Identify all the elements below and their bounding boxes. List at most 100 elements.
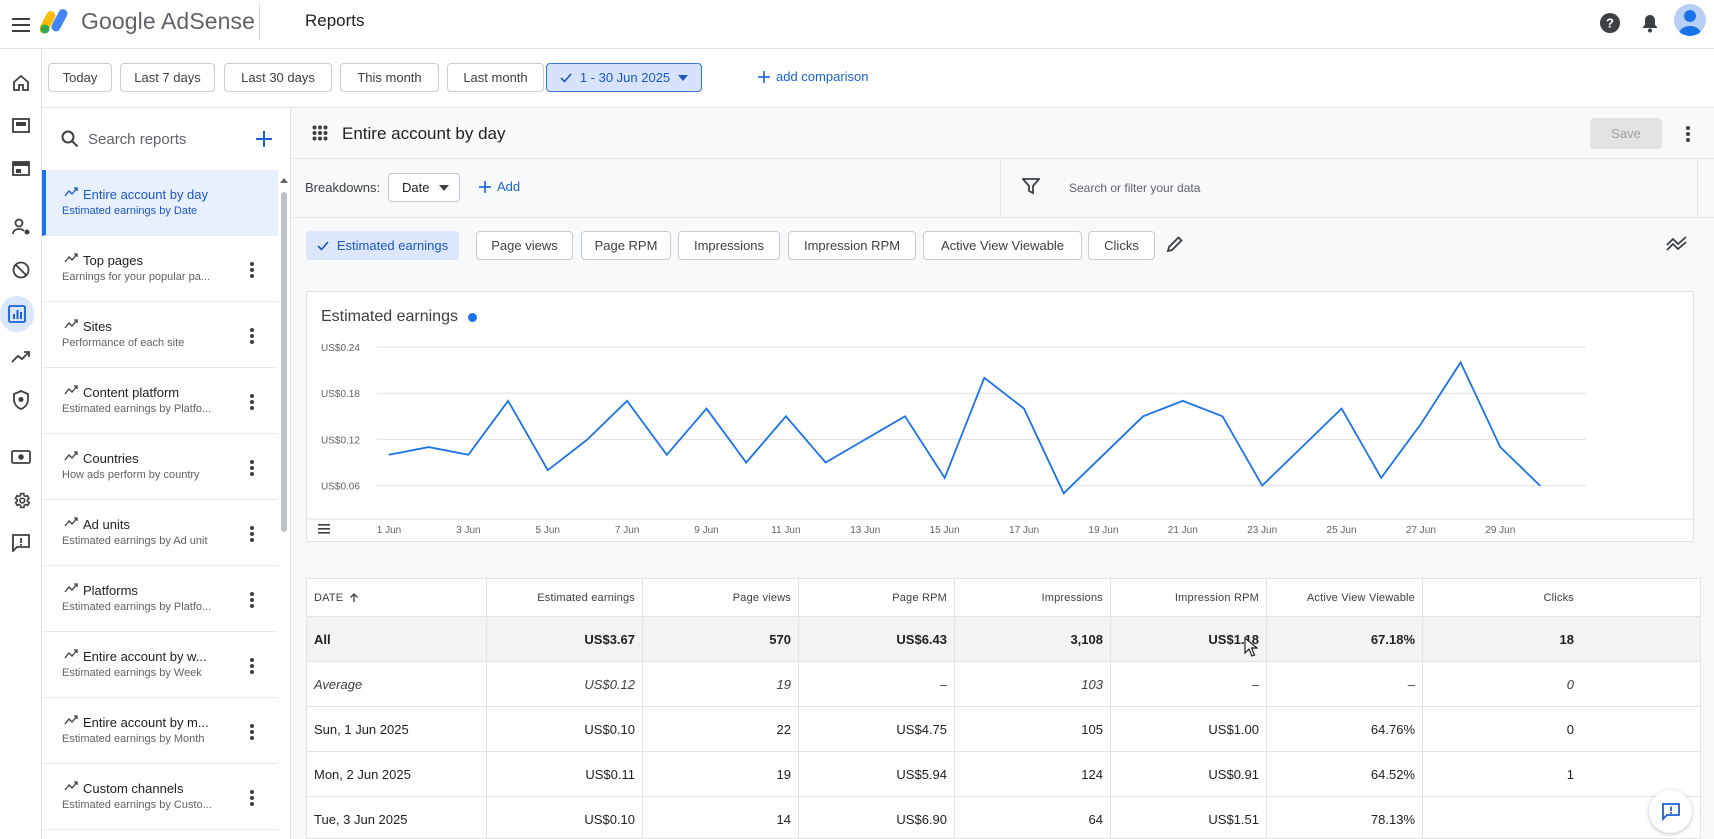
data-point[interactable] (626, 400, 628, 402)
more-options-icon[interactable] (242, 258, 262, 282)
data-point[interactable] (1142, 415, 1144, 417)
column-header[interactable]: Page RPM (799, 579, 955, 616)
report-item-entire-account-by-day[interactable]: Entire account by day Estimated earnings… (42, 170, 278, 236)
metric-chip-active-view-viewable[interactable]: Active View Viewable (923, 231, 1082, 260)
report-item-ad-units[interactable]: Ad units Estimated earnings by Ad unit (42, 500, 278, 566)
filter-input[interactable]: Search or filter your data (1069, 181, 1200, 195)
chart-toggle-icon[interactable] (1666, 235, 1688, 251)
settings-icon[interactable] (0, 482, 42, 518)
metric-chip-impression-rpm[interactable]: Impression RPM (788, 231, 916, 260)
data-point[interactable] (1182, 400, 1184, 402)
data-point[interactable] (944, 477, 946, 479)
date-chip-this-month[interactable]: This month (340, 63, 439, 92)
report-search[interactable]: Search reports (42, 108, 290, 170)
search-input[interactable]: Search reports (88, 131, 238, 148)
feedback-icon[interactable] (0, 525, 42, 561)
metric-chip-clicks[interactable]: Clicks (1088, 231, 1155, 260)
date-chip-last-7-days[interactable]: Last 7 days (120, 63, 215, 92)
table-row[interactable]: Sun, 1 Jun 2025 US$0.10 22 US$4.75 105 US$1.0… (307, 707, 1700, 752)
more-options-icon[interactable] (242, 522, 262, 546)
more-options-icon[interactable] (1678, 121, 1698, 147)
metric-chip-page-views[interactable]: Page views (476, 231, 573, 260)
policy-center-icon[interactable] (0, 382, 42, 418)
notifications-icon[interactable] (1633, 6, 1667, 40)
sort-ascending-icon[interactable] (349, 592, 359, 603)
column-header[interactable]: DATE (307, 579, 487, 616)
data-point[interactable] (864, 438, 866, 440)
data-point[interactable] (388, 454, 390, 456)
column-header[interactable]: Clicks (1423, 579, 1581, 616)
report-settings-icon[interactable] (1710, 63, 1714, 93)
report-item-content-platform[interactable]: Content platform Estimated earnings by P… (42, 368, 278, 434)
data-point[interactable] (1063, 492, 1065, 494)
metric-chip-estimated-earnings[interactable]: Estimated earnings (306, 231, 459, 260)
filter-icon[interactable] (1022, 177, 1040, 195)
report-item-sites[interactable]: Sites Performance of each site (42, 302, 278, 368)
table-row[interactable]: Tue, 3 Jun 2025 US$0.10 14 US$6.90 64 US$1.51… (307, 797, 1700, 838)
add-breakdown-button[interactable]: Add (479, 179, 520, 194)
add-comparison-button[interactable]: add comparison (758, 69, 869, 84)
sites-icon[interactable] (0, 151, 42, 187)
data-point[interactable] (1460, 361, 1462, 363)
column-header[interactable]: Active View Viewable (1267, 579, 1423, 616)
more-options-icon[interactable] (242, 456, 262, 480)
metric-chip-page-rpm[interactable]: Page RPM (581, 231, 671, 260)
report-item-custom-channels[interactable]: Custom channels Estimated earnings by Cu… (42, 764, 278, 830)
data-point[interactable] (1499, 446, 1501, 448)
series-line-estimated-earnings[interactable] (388, 360, 1541, 495)
date-range-selector[interactable]: 1 - 30 Jun 2025 (546, 63, 702, 92)
scrollbar-thumb[interactable] (281, 192, 287, 532)
data-point[interactable] (507, 400, 509, 402)
help-icon[interactable]: ? (1593, 6, 1627, 40)
new-report-button[interactable] (252, 127, 276, 151)
table-row-total[interactable]: All US$3.67 570 US$6.43 3,108 US$1.18 67.18% 18 (307, 617, 1700, 662)
data-point[interactable] (785, 415, 787, 417)
optimization-icon[interactable] (0, 339, 42, 375)
report-list-scrollbar[interactable] (280, 172, 288, 839)
data-point[interactable] (547, 469, 549, 471)
data-point[interactable] (467, 454, 469, 456)
more-options-icon[interactable] (242, 324, 262, 348)
home-icon[interactable] (0, 65, 42, 101)
data-point[interactable] (825, 462, 827, 463)
data-point[interactable] (1301, 446, 1303, 448)
more-options-icon[interactable] (242, 786, 262, 810)
avatar[interactable] (1674, 4, 1706, 36)
data-point[interactable] (904, 415, 906, 417)
data-point[interactable] (1341, 408, 1343, 410)
blocking-controls-icon[interactable] (0, 252, 42, 288)
report-item-entire-account-by-month[interactable]: Entire account by m... Estimated earning… (42, 698, 278, 764)
metric-chip-impressions[interactable]: Impressions (678, 231, 780, 260)
date-chip-last-month[interactable]: Last month (447, 63, 544, 92)
report-item-countries[interactable]: Countries How ads perform by country (42, 434, 278, 500)
breakdown-dropdown[interactable]: Date (388, 173, 460, 202)
data-point[interactable] (586, 438, 588, 440)
ads-icon[interactable] (0, 108, 42, 144)
data-point[interactable] (428, 446, 430, 448)
data-point[interactable] (1539, 485, 1541, 487)
data-point[interactable] (1102, 454, 1104, 456)
report-item-top-pages[interactable]: Top pages Earnings for your popular pa..… (42, 236, 278, 302)
report-item-entire-account-by-week[interactable]: Entire account by w... Estimated earning… (42, 632, 278, 698)
reports-icon[interactable] (0, 296, 34, 332)
more-options-icon[interactable] (242, 390, 262, 414)
data-point[interactable] (745, 462, 747, 463)
column-header[interactable]: Page views (643, 579, 799, 616)
privacy-messaging-icon[interactable] (0, 209, 42, 245)
save-button[interactable]: Save (1590, 118, 1662, 149)
more-options-icon[interactable] (242, 720, 262, 744)
column-header[interactable]: Estimated earnings (487, 579, 643, 616)
table-row-average[interactable]: Average US$0.12 19–103– –0 (307, 662, 1700, 707)
chart-legend-menu-icon[interactable] (318, 524, 330, 534)
date-chip-today[interactable]: Today (48, 63, 112, 92)
data-point[interactable] (1221, 415, 1223, 417)
column-header[interactable]: Impressions (955, 579, 1111, 616)
column-header[interactable]: Impression RPM (1111, 579, 1267, 616)
date-chip-last-30-days[interactable]: Last 30 days (224, 63, 332, 92)
data-point[interactable] (1380, 477, 1382, 479)
data-point[interactable] (1023, 408, 1025, 410)
apps-grid-icon[interactable] (312, 125, 328, 141)
data-point[interactable] (983, 377, 985, 379)
data-point[interactable] (1420, 423, 1422, 425)
payments-icon[interactable] (0, 439, 42, 475)
